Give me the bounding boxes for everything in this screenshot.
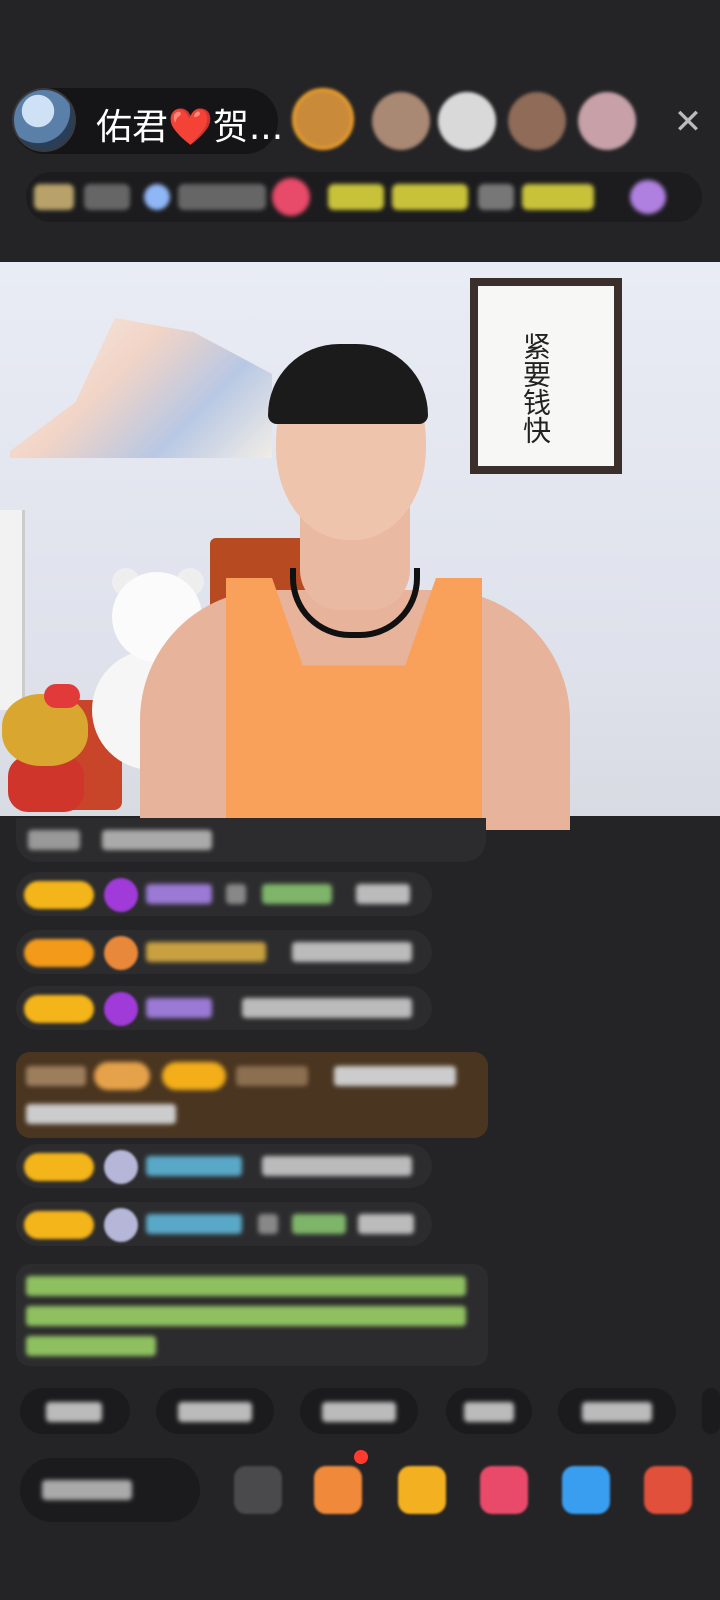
popularity-text-blurred xyxy=(178,184,266,210)
quick-reply-text-blurred xyxy=(46,1402,102,1422)
calligraphy-text: 紧要钱快 xyxy=(519,332,552,444)
user-level-badge xyxy=(24,939,94,967)
chat-text-blurred xyxy=(242,998,412,1018)
user-level-badge xyxy=(162,1062,226,1090)
chat-text-blurred xyxy=(102,830,212,850)
quick-reply-text-blurred xyxy=(178,1402,252,1422)
top-viewer-avatar-5[interactable] xyxy=(578,92,636,150)
gift-message-highlight[interactable] xyxy=(16,1052,488,1138)
chat-text-blurred xyxy=(262,1156,412,1176)
chat-message[interactable] xyxy=(16,986,432,1030)
popularity-icon xyxy=(144,184,170,210)
gift-text-blurred xyxy=(26,1066,86,1086)
quick-reply-chip[interactable] xyxy=(156,1388,274,1434)
gift-text-blurred xyxy=(26,1104,176,1124)
chat-text-blurred xyxy=(258,1214,278,1234)
user-avatar[interactable] xyxy=(104,1150,138,1184)
username-blurred[interactable] xyxy=(146,942,266,962)
notification-dot xyxy=(354,1450,368,1464)
notice-text-blurred xyxy=(26,1306,466,1326)
gift-text-blurred xyxy=(334,1066,456,1086)
activity-icon[interactable] xyxy=(630,180,666,214)
fan-club-icon[interactable] xyxy=(398,1466,446,1514)
user-level-badge xyxy=(24,1211,94,1239)
top-viewer-avatar-4[interactable] xyxy=(508,92,566,150)
rank-text-blurred xyxy=(84,184,130,210)
user-avatar[interactable] xyxy=(104,992,138,1026)
tag-blurred-1 xyxy=(328,184,384,210)
chat-text-blurred xyxy=(28,830,80,850)
user-level-badge xyxy=(24,1153,94,1181)
host-avatar[interactable] xyxy=(12,88,76,152)
top-viewer-avatar-2[interactable] xyxy=(372,92,430,150)
comment-input[interactable] xyxy=(20,1458,200,1522)
door xyxy=(0,510,25,710)
top-viewer-avatar-3[interactable] xyxy=(438,92,496,150)
rank-icon xyxy=(34,184,74,210)
user-level-badge xyxy=(24,995,94,1023)
chat-message[interactable] xyxy=(16,1202,432,1246)
username-blurred[interactable] xyxy=(146,1214,242,1234)
system-notice xyxy=(16,1264,488,1366)
host-name[interactable]: 佑君❤️贺... xyxy=(96,98,283,150)
quick-reply-text-blurred xyxy=(464,1402,514,1422)
mention-blurred xyxy=(292,1214,346,1234)
chat-text-blurred xyxy=(292,942,412,962)
username-blurred[interactable] xyxy=(146,998,212,1018)
notice-text-blurred xyxy=(26,1336,156,1356)
chat-text-blurred xyxy=(226,884,246,904)
quick-reply-text-blurred xyxy=(322,1402,396,1422)
shop-icon[interactable] xyxy=(644,1466,692,1514)
tag-blurred-4 xyxy=(522,184,594,210)
user-avatar[interactable] xyxy=(104,936,138,970)
user-avatar[interactable] xyxy=(104,878,138,912)
calligraphy-frame: 紧要钱快 xyxy=(470,278,622,474)
chat-text-blurred xyxy=(358,1214,414,1234)
chat-message[interactable] xyxy=(16,818,486,862)
username-blurred[interactable] xyxy=(236,1066,308,1086)
more-icon[interactable] xyxy=(234,1466,282,1514)
comment-placeholder-blurred xyxy=(42,1480,132,1500)
quick-reply-chip[interactable] xyxy=(558,1388,676,1434)
top-viewer-avatar-1[interactable] xyxy=(292,88,354,150)
user-avatar[interactable] xyxy=(104,1208,138,1242)
username-blurred[interactable] xyxy=(146,1156,242,1176)
hello-kitty-bow xyxy=(44,684,80,708)
quick-reply-chip[interactable] xyxy=(446,1388,532,1434)
quick-reply-chip[interactable] xyxy=(20,1388,130,1434)
notice-text-blurred xyxy=(26,1276,466,1296)
fan-badge-icon[interactable] xyxy=(272,178,310,216)
quick-reply-chip[interactable] xyxy=(300,1388,418,1434)
gift-badge xyxy=(94,1062,150,1090)
chat-message[interactable] xyxy=(16,1144,432,1188)
chat-text-blurred xyxy=(356,884,410,904)
chat-message[interactable] xyxy=(16,930,432,974)
quick-reply-text-blurred xyxy=(582,1402,652,1422)
room-info-bar[interactable] xyxy=(26,172,702,222)
tag-blurred-2 xyxy=(392,184,468,210)
close-icon[interactable]: ✕ xyxy=(668,102,708,142)
mention-blurred xyxy=(262,884,332,904)
quick-reply-chip[interactable] xyxy=(702,1388,720,1434)
chat-message[interactable] xyxy=(16,872,432,916)
user-level-badge xyxy=(24,881,94,909)
heart-icon[interactable] xyxy=(480,1466,528,1514)
tag-blurred-3 xyxy=(478,184,514,210)
game-icon[interactable] xyxy=(562,1466,610,1514)
gift-icon[interactable] xyxy=(314,1466,362,1514)
username-blurred[interactable] xyxy=(146,884,212,904)
